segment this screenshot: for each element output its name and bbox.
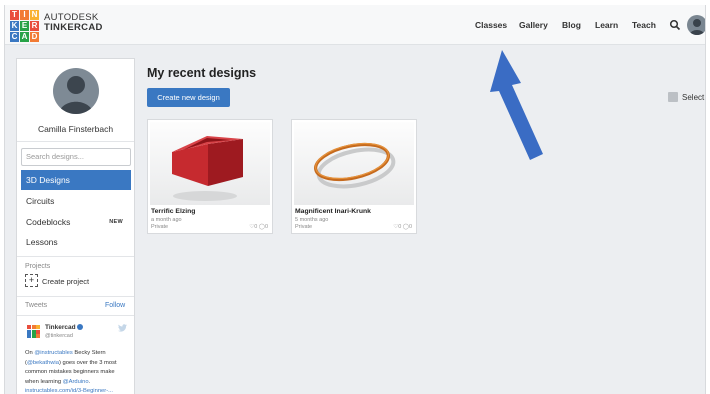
create-project-plus-icon[interactable]: + — [25, 274, 38, 287]
menu-3d-designs[interactable]: 3D Designs — [21, 170, 131, 190]
header-avatar-icon[interactable] — [687, 15, 705, 35]
logo-tile: D — [30, 32, 39, 42]
tweet-url-link[interactable]: instructables.com/id/3-Beginner-... — [25, 388, 113, 394]
divider — [17, 296, 134, 297]
tinkercad-logo[interactable]: T I N K E R C A D AUTODESK TINKERCAD — [10, 10, 103, 42]
tweet-handle[interactable]: @tinkercad — [45, 333, 73, 339]
tweet-mention-link[interactable]: @instructables — [34, 350, 72, 356]
logo-tile: N — [30, 10, 39, 20]
menu-circuits[interactable]: Circuits — [21, 191, 131, 211]
profile-name[interactable]: Camilla Finsterbach — [17, 124, 134, 134]
divider — [17, 256, 134, 257]
logo-tile: E — [20, 21, 29, 31]
nav-teach[interactable]: Teach — [632, 20, 656, 30]
design-stats: ♡0 ◯0 — [393, 224, 412, 230]
menu-lessons[interactable]: Lessons — [21, 232, 131, 252]
menu-label: Lessons — [26, 237, 58, 247]
nav-gallery[interactable]: Gallery — [519, 20, 548, 30]
logo-tile: I — [20, 10, 29, 20]
logo-tile: A — [20, 32, 29, 42]
design-privacy: Private — [295, 224, 313, 230]
design-privacy: Private — [151, 224, 169, 230]
twitter-bird-icon[interactable] — [118, 324, 127, 332]
design-thumbnail-orange-ring[interactable] — [294, 122, 414, 205]
tweet-author-name: Tinkercad — [45, 324, 76, 331]
sidebar: Camilla Finsterbach Search designs... 3D… — [16, 58, 135, 394]
logo-tiles: T I N K E R C A D — [10, 10, 39, 42]
tweet-mention-link[interactable]: @bekathwia — [27, 360, 59, 366]
create-new-design-button[interactable]: Create new design — [147, 88, 230, 107]
logo-tile: R — [30, 21, 39, 31]
create-project-link[interactable]: Create project — [42, 277, 89, 286]
design-title[interactable]: Magnificent Inari-Krunk — [295, 208, 371, 215]
select-checkbox[interactable] — [668, 92, 678, 102]
design-thumbnail-red-box[interactable] — [150, 122, 270, 205]
search-designs-input[interactable]: Search designs... — [21, 148, 131, 166]
design-time: a month ago — [151, 217, 182, 223]
logo-tile: T — [10, 10, 19, 20]
design-time: 5 months ago — [295, 217, 329, 223]
menu-label: Circuits — [26, 196, 55, 206]
profile-avatar-icon[interactable] — [53, 68, 99, 114]
design-card[interactable]: Terrific Elzing a month ago Private ♡0 ◯… — [147, 119, 273, 234]
logo-tile: K — [10, 21, 19, 31]
page-title: My recent designs — [147, 66, 257, 80]
search-icon[interactable] — [669, 19, 681, 31]
verified-icon — [76, 324, 83, 331]
nav-learn[interactable]: Learn — [595, 20, 618, 30]
tweet-mention-link[interactable]: @Arduino — [63, 379, 89, 385]
brand-text: AUTODESK TINKERCAD — [44, 13, 103, 33]
menu-label: Codeblocks — [26, 217, 71, 227]
tweet-author[interactable]: Tinkercad — [45, 324, 83, 331]
logo-tile: C — [10, 32, 19, 42]
app-frame: T I N K E R C A D AUTODESK TINKERCAD Cla… — [4, 5, 706, 394]
top-header: T I N K E R C A D AUTODESK TINKERCAD Cla… — [5, 5, 705, 45]
divider — [17, 141, 134, 142]
design-card[interactable]: Magnificent Inari-Krunk 5 months ago Pri… — [291, 119, 417, 234]
nav-classes[interactable]: Classes — [475, 20, 507, 30]
projects-heading: Projects — [25, 263, 51, 270]
design-title[interactable]: Terrific Elzing — [151, 208, 195, 215]
divider — [17, 315, 134, 316]
nav-blog[interactable]: Blog — [562, 20, 581, 30]
follow-link[interactable]: Follow — [105, 302, 125, 309]
menu-label: 3D Designs — [26, 175, 70, 185]
design-stats: ♡0 ◯0 — [249, 224, 268, 230]
select-label[interactable]: Select — [682, 93, 704, 102]
menu-codeblocks[interactable]: Codeblocks NEW — [21, 212, 131, 232]
tinkercad-tweet-avatar-icon — [27, 325, 40, 338]
tweet-text: On @instructables Becky Stern (@bekathwi… — [25, 350, 117, 394]
new-badge: NEW — [109, 219, 123, 225]
tweets-heading: Tweets — [25, 302, 48, 309]
brand-line-tinkercad: TINKERCAD — [44, 22, 103, 33]
